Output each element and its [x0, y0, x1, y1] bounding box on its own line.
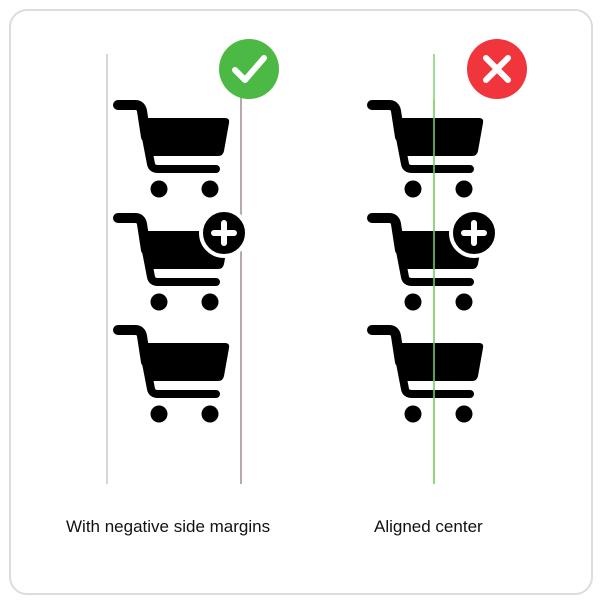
shopping-cart-icon	[372, 330, 483, 423]
right-caption: Aligned center	[374, 517, 483, 536]
x-icon	[467, 39, 527, 99]
shopping-cart-icon	[372, 105, 483, 198]
right-panel	[372, 39, 527, 484]
plus-badge-icon	[449, 208, 499, 258]
shopping-cart-icon	[118, 330, 229, 423]
alignment-diagram	[106, 39, 527, 484]
shopping-cart-icon	[118, 105, 229, 198]
left-panel	[106, 39, 279, 484]
check-icon	[219, 39, 279, 99]
left-caption: With negative side margins	[66, 517, 271, 536]
add-to-cart-icon	[118, 208, 249, 311]
plus-badge-icon	[199, 208, 249, 258]
